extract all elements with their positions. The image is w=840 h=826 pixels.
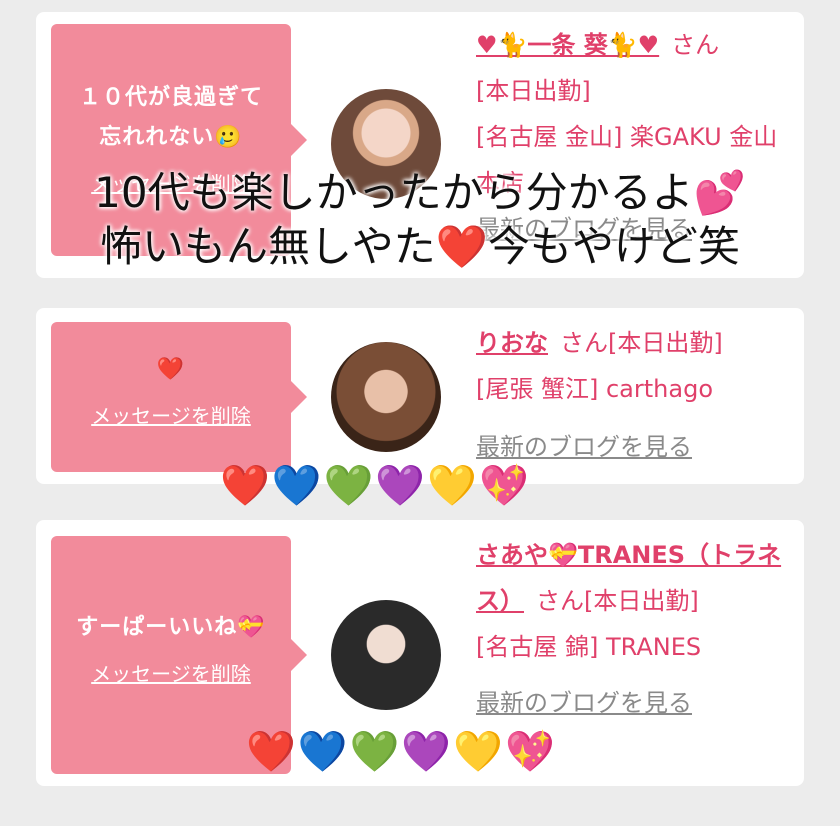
message-card-2: ❤️ メッセージを削除 りおな さん[本日出勤] [尾張 蟹江] carthago… (36, 308, 804, 484)
delete-message-link[interactable]: メッセージを削除 (51, 400, 291, 429)
hearts-sticker-row-1: ❤️💙💚💜💛💖 (220, 463, 531, 509)
message-bubble: ❤️ メッセージを削除 (51, 322, 307, 472)
hearts-sticker-row-2: ❤️💙💚💜💛💖 (246, 729, 557, 775)
message-text: すーぱーいいね💝 (76, 615, 266, 640)
avatar[interactable] (331, 600, 441, 710)
status-label: [本日出勤] (476, 77, 591, 105)
overlay-line-2: 怖いもん無しやた❤️今もやけど笑 (100, 222, 740, 271)
profile-info: りおな さん[本日出勤] [尾張 蟹江] carthago 最新のブログを見る (476, 320, 796, 470)
profile-info: さあや💝TRANES（トラネス） さん[本日出勤] [名古屋 錦] TRANES … (476, 532, 796, 726)
san-label: さん (671, 31, 720, 59)
profile-name-link[interactable]: りおな (476, 329, 548, 357)
profile-name-link[interactable]: ♥🐈一条 葵🐈♥ (476, 31, 659, 59)
location-label: [名古屋 錦] TRANES (476, 633, 702, 661)
delete-message-link[interactable]: メッセージを削除 (51, 658, 291, 687)
overlay-caption: 10代も楽しかったから分かるよ💕 怖いもん無しやた❤️今もやけど笑 (0, 166, 840, 274)
location-label: [尾張 蟹江] carthago (476, 375, 713, 403)
avatar[interactable] (331, 342, 441, 452)
message-text: １０代が良過ぎて忘れれない🥲 (78, 85, 263, 150)
overlay-line-1: 10代も楽しかったから分かるよ💕 (94, 168, 746, 217)
blog-link[interactable]: 最新のブログを見る (476, 680, 692, 726)
san-label: さん[本日出勤] (560, 329, 723, 357)
message-text: ❤️ (156, 357, 186, 382)
san-label: さん[本日出勤] (536, 587, 699, 615)
